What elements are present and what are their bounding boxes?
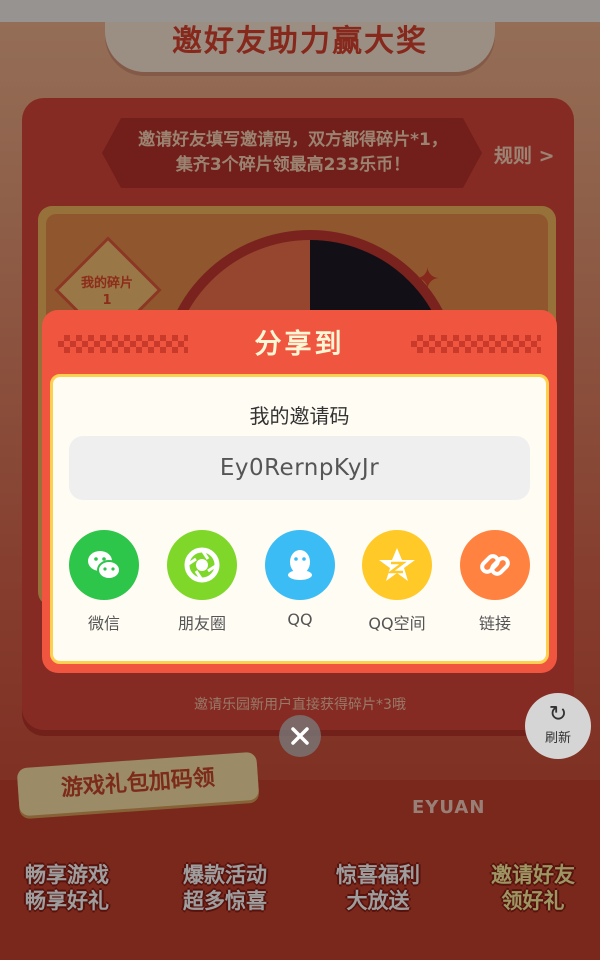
share-qzone-label: QQ空间	[368, 614, 426, 633]
share-qq-label: QQ	[287, 610, 313, 629]
close-icon	[291, 727, 309, 745]
refresh-button[interactable]: ↻ 刷新	[525, 693, 591, 759]
dialog-title: 分享到	[254, 329, 345, 360]
invite-code-label: 我的邀请码	[249, 404, 350, 428]
share-qq-button[interactable]: QQ	[265, 530, 335, 629]
share-wechat-button[interactable]: 微信	[69, 530, 139, 634]
qq-icon	[265, 530, 335, 600]
share-moments-label: 朋友圈	[177, 614, 226, 633]
share-moments-button[interactable]: 朋友圈	[167, 530, 237, 634]
invite-code-field[interactable]: Ey0RernpKyJr	[69, 436, 530, 500]
share-qzone-button[interactable]: QQ空间	[362, 530, 432, 634]
link-icon	[460, 530, 530, 600]
qzone-icon	[362, 530, 432, 600]
moments-icon	[167, 530, 237, 600]
share-wechat-label: 微信	[87, 614, 120, 633]
wechat-icon	[69, 530, 139, 600]
refresh-icon: ↻	[548, 702, 568, 727]
close-dialog-button[interactable]	[279, 715, 321, 757]
share-link-button[interactable]: 链接	[460, 530, 530, 634]
refresh-label: 刷新	[544, 731, 571, 746]
share-link-label: 链接	[478, 614, 511, 633]
